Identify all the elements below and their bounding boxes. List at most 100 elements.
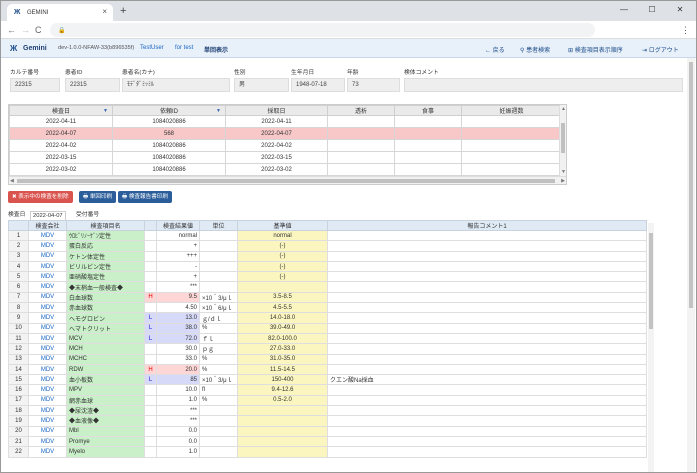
item-order-button[interactable]: ⊞ 検査項目表示順序 bbox=[568, 45, 623, 54]
collect-date-cell[interactable]: 2022-03-15 bbox=[225, 151, 328, 164]
lab-company-cell[interactable]: MDV bbox=[28, 446, 67, 458]
browser-tab[interactable]: Ж GEMINI × bbox=[7, 4, 113, 21]
test-link[interactable]: for test bbox=[175, 45, 193, 51]
result-row[interactable]: 10 MDV ヘマトクリット L 38.0% 39.0-49.0 bbox=[8, 322, 647, 334]
dialysis-cell[interactable] bbox=[327, 151, 395, 164]
reference-range-header[interactable]: 基準値 bbox=[237, 220, 328, 231]
exam-date-cell[interactable]: 2022-04-11 bbox=[9, 115, 113, 128]
back-arrow-icon[interactable]: ← bbox=[7, 23, 16, 37]
collect-date-cell[interactable]: 2022-03-02 bbox=[225, 163, 328, 176]
result-row[interactable]: 15 MDV 血小板数 L 85 ×10＾3/μｌ 150-400 クエン酸Na採血 bbox=[8, 374, 647, 386]
dialysis-cell[interactable] bbox=[327, 163, 395, 176]
lab-company-cell[interactable]: MDV bbox=[28, 374, 67, 386]
dialysis-header[interactable]: 透析 bbox=[327, 105, 395, 116]
minimize-icon[interactable]: — bbox=[611, 1, 637, 21]
lab-company-header[interactable]: 検査会社 bbox=[28, 220, 67, 231]
meal-header[interactable]: 食事 bbox=[394, 105, 462, 116]
exam-date-cell[interactable]: 2022-04-02 bbox=[9, 139, 113, 152]
result-row[interactable]: 6 MDV ◆末梢血一般検査◆ *** bbox=[8, 281, 647, 293]
new-tab-icon[interactable]: + bbox=[120, 4, 126, 18]
meal-cell[interactable] bbox=[394, 139, 462, 152]
pregnancy-week-cell[interactable] bbox=[461, 151, 562, 164]
exam-date-tab[interactable]: 2022-04-07 bbox=[30, 211, 66, 220]
dialysis-cell[interactable] bbox=[327, 127, 395, 140]
lab-company-cell[interactable]: MDV bbox=[28, 260, 67, 273]
lab-company-cell[interactable]: MDV bbox=[28, 271, 67, 283]
lab-company-cell[interactable]: MDV bbox=[28, 343, 67, 355]
window-close-icon[interactable]: ✕ bbox=[667, 1, 693, 21]
result-row[interactable]: 16 MDV MPV 10.0 fl 9.4-12.6 bbox=[8, 384, 647, 396]
meal-cell[interactable] bbox=[394, 163, 462, 176]
dialysis-cell[interactable] bbox=[327, 115, 395, 128]
item-name-header[interactable]: 検査項目名 bbox=[66, 220, 145, 231]
receipt-number-tab[interactable]: 受付番号 bbox=[76, 211, 99, 220]
scroll-thumb[interactable] bbox=[649, 233, 653, 329]
pregnancy-week-cell[interactable] bbox=[461, 139, 562, 152]
request-id-cell[interactable]: 1084020886 bbox=[112, 115, 226, 128]
lab-company-cell[interactable]: MDV bbox=[28, 405, 67, 417]
unit-header[interactable]: 単位 bbox=[199, 220, 238, 231]
result-row[interactable]: 17 MDV 網赤血球 1.0% 0.5-2.0 bbox=[8, 394, 647, 407]
collect-date-cell[interactable]: 2022-04-11 bbox=[225, 115, 328, 128]
scroll-thumb[interactable] bbox=[689, 62, 693, 308]
dialysis-cell[interactable] bbox=[327, 139, 395, 152]
request-id-cell[interactable]: 1084020886 bbox=[112, 139, 226, 152]
delete-exam-button[interactable]: ✖ 表示中の検査を削除 bbox=[8, 191, 73, 203]
scroll-left-icon[interactable]: ◀ bbox=[10, 177, 14, 184]
exam-date-header[interactable]: 検査日 ▼ bbox=[9, 105, 113, 116]
collect-date-header[interactable]: 採取日 bbox=[225, 105, 328, 116]
result-row[interactable]: 4 MDV ビリルビン定性 - (-) bbox=[8, 260, 647, 273]
lab-company-cell[interactable]: MDV bbox=[28, 302, 67, 314]
lab-company-cell[interactable]: MDV bbox=[28, 229, 67, 242]
lab-company-cell[interactable]: MDV bbox=[28, 353, 67, 365]
page-scrollbar[interactable] bbox=[687, 58, 695, 472]
lab-company-cell[interactable]: MDV bbox=[28, 425, 67, 437]
exam-row[interactable]: 2022-03-15 1084020886 2022-03-15 bbox=[9, 151, 562, 164]
exam-list-vertical-scrollbar[interactable]: ▲ ▼ bbox=[559, 105, 566, 176]
tab-close-icon[interactable]: × bbox=[102, 7, 107, 16]
result-row[interactable]: 21 MDV Promye 0.0 bbox=[8, 435, 647, 448]
logout-button[interactable]: ⇥ ログアウト bbox=[642, 45, 679, 54]
scroll-thumb[interactable] bbox=[561, 123, 565, 153]
meal-cell[interactable] bbox=[394, 127, 462, 140]
request-id-cell[interactable]: 1084020886 bbox=[112, 151, 226, 164]
result-row[interactable]: 12 MDV MCH 30.0 ｐｇ 27.0-33.0 bbox=[8, 343, 647, 355]
request-id-cell[interactable]: 1084020886 bbox=[112, 163, 226, 176]
url-field[interactable]: 🔒 bbox=[50, 23, 595, 37]
result-row[interactable]: 5 MDV 亜硝酸塩定性 + (-) bbox=[8, 271, 647, 283]
lab-company-cell[interactable]: MDV bbox=[28, 415, 67, 427]
exam-row[interactable]: 2022-04-11 1084020886 2022-04-11 bbox=[9, 115, 562, 128]
meal-cell[interactable] bbox=[394, 115, 462, 128]
patient-search-button[interactable]: ⚲ 患者検索 bbox=[520, 45, 550, 54]
result-row[interactable]: 2 MDV 蛋白反応 + (-) bbox=[8, 240, 647, 252]
lab-company-cell[interactable]: MDV bbox=[28, 312, 67, 324]
pregnancy-week-header[interactable]: 妊娠週数 bbox=[461, 105, 562, 116]
result-row[interactable]: 9 MDV ヘモグロビン L 13.0 ｇ/ｄｌ 14.0-18.0 bbox=[8, 312, 647, 324]
request-id-header[interactable]: 依頼ID ▼ bbox=[112, 105, 226, 116]
exam-date-cell[interactable]: 2022-03-02 bbox=[9, 163, 113, 176]
lab-company-cell[interactable]: MDV bbox=[28, 291, 67, 304]
sort-down-icon[interactable]: ▼ bbox=[216, 108, 221, 114]
maximize-icon[interactable]: ☐ bbox=[639, 1, 665, 21]
lab-company-cell[interactable]: MDV bbox=[28, 363, 67, 376]
back-nav-button[interactable]: ← 戻る bbox=[485, 45, 505, 54]
scroll-thumb[interactable] bbox=[17, 179, 555, 183]
result-row[interactable]: 7 MDV 白血球数 H 9.5 ×10＾3/μｌ 3.5-8.5 bbox=[8, 291, 647, 304]
report-comment-header[interactable]: 報告コメント1 bbox=[327, 220, 647, 231]
pregnancy-week-cell[interactable] bbox=[461, 127, 562, 140]
lab-company-cell[interactable]: MDV bbox=[28, 435, 67, 448]
lab-company-cell[interactable]: MDV bbox=[28, 384, 67, 396]
single-print-button[interactable]: 🖶 単回印刷 bbox=[79, 191, 117, 203]
user-link[interactable]: TestUser bbox=[140, 45, 164, 51]
reload-icon[interactable]: C bbox=[35, 23, 42, 37]
exam-row[interactable]: 2022-04-02 1084020886 2022-04-02 bbox=[9, 139, 562, 152]
result-value-header[interactable]: 検査結果値 bbox=[156, 220, 200, 231]
result-row[interactable]: 19 MDV ◆血液像◆ *** bbox=[8, 415, 647, 427]
collect-date-cell[interactable]: 2022-04-02 bbox=[225, 139, 328, 152]
result-row[interactable]: 1 MDV ｳﾛﾋﾞﾘﾉｰｹﾞﾝ定性 normal normal bbox=[8, 229, 647, 242]
browser-menu-icon[interactable]: ⋮ bbox=[681, 23, 690, 37]
exam-date-cell[interactable]: 2022-04-07 bbox=[9, 127, 113, 140]
sort-down-icon[interactable]: ▼ bbox=[103, 108, 108, 114]
report-print-button[interactable]: 🖶 検査報告書印刷 bbox=[118, 191, 172, 203]
result-row[interactable]: 11 MDV MCV L 72.0 ｆｌ 82.0-100.0 bbox=[8, 332, 647, 345]
